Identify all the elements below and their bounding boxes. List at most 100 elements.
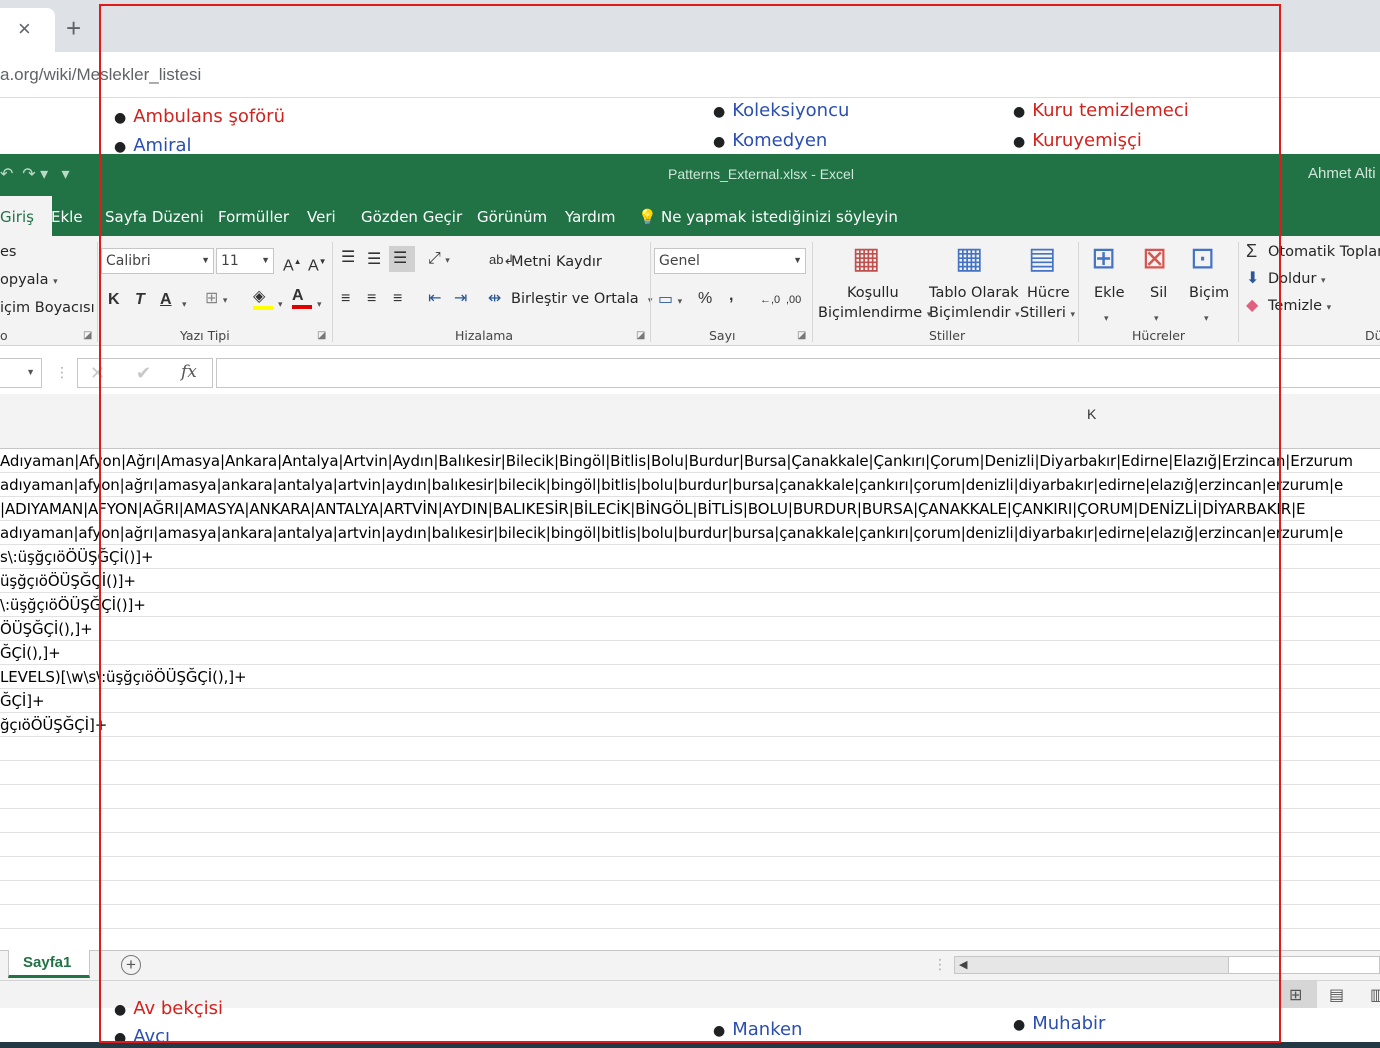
currency-icon[interactable]: ▭ ▾: [658, 292, 682, 309]
align-left-icon[interactable]: ≡: [341, 291, 350, 307]
chevron-down-icon[interactable]: ▾: [278, 296, 283, 312]
align-top-icon[interactable]: ☰: [341, 250, 355, 266]
tab-help[interactable]: Yardım: [565, 208, 616, 226]
table-row[interactable]: s\:üşğçıöÖÜŞĞÇİ()]+: [0, 545, 1380, 569]
list-item[interactable]: ● Av bekçisi: [114, 998, 223, 1019]
insert-cells-button[interactable]: Ekle: [1094, 285, 1125, 301]
dialog-launcher-icon[interactable]: ◪: [317, 330, 326, 341]
italic-button[interactable]: T: [135, 292, 145, 308]
align-right-icon[interactable]: ≡: [393, 291, 402, 307]
font-size-combo[interactable]: 11 ▼: [216, 248, 274, 274]
chevron-down-icon[interactable]: ▾: [1154, 310, 1159, 326]
percent-button[interactable]: %: [698, 291, 712, 307]
tab-data[interactable]: Veri: [307, 208, 336, 226]
tab-view[interactable]: Görünüm: [477, 208, 547, 226]
table-row[interactable]: ĞÇİ]+: [0, 689, 1380, 713]
new-tab-button[interactable]: +: [66, 15, 81, 41]
merge-center-button[interactable]: Birleştir ve Ortala ▾: [511, 291, 652, 307]
cell-value[interactable]: ÖÜŞĞÇİ(),]+: [0, 620, 93, 638]
table-row[interactable]: [0, 761, 1380, 785]
font-color-icon[interactable]: A: [292, 288, 312, 309]
increase-indent-icon[interactable]: ⇥: [454, 291, 467, 307]
align-center-icon[interactable]: ≡: [367, 291, 376, 307]
chevron-down-icon[interactable]: ▾: [1104, 310, 1109, 326]
cell-value[interactable]: |ADIYAMAN|AFYON|AĞRI|AMASYA|ANKARA|ANTAL…: [0, 500, 1306, 518]
wiki-link[interactable]: Muhabir: [1032, 1013, 1105, 1034]
borders-icon[interactable]: ⊞ ▾: [205, 291, 227, 308]
table-row[interactable]: [0, 857, 1380, 881]
scroll-left-icon[interactable]: ◀: [959, 958, 967, 971]
chevron-down-icon[interactable]: ▾: [182, 296, 187, 312]
format-cells-button[interactable]: Biçim: [1189, 285, 1229, 301]
wiki-link[interactable]: Kuru temizlemeci: [1032, 100, 1189, 121]
tab-review[interactable]: Gözden Geçir: [361, 208, 462, 226]
cell-value[interactable]: adıyaman|afyon|ağrı|amasya|ankara|antaly…: [0, 524, 1343, 542]
quick-access-toolbar[interactable]: ↶ ↷ ▾ ▾: [0, 164, 70, 184]
wiki-link[interactable]: Av bekçisi: [133, 998, 223, 1019]
conditional-formatting-button[interactable]: Biçimlendirme ▾: [818, 305, 931, 321]
table-row[interactable]: [0, 785, 1380, 809]
fill-button[interactable]: Doldur ▾: [1268, 271, 1326, 287]
decrease-decimal-icon[interactable]: ,00: [786, 292, 801, 308]
wiki-link[interactable]: Komedyen: [732, 130, 827, 151]
list-item[interactable]: ● Amiral: [114, 135, 192, 156]
align-middle-icon[interactable]: ☰: [367, 252, 381, 268]
column-header-k[interactable]: K: [1087, 406, 1096, 422]
page-layout-view-icon[interactable]: ▤: [1329, 985, 1344, 1005]
scrollbar-thumb[interactable]: [1228, 956, 1380, 974]
table-row[interactable]: ÖÜŞĞÇİ(),]+: [0, 617, 1380, 641]
table-row[interactable]: [0, 833, 1380, 857]
normal-view-button[interactable]: ⊞: [1279, 981, 1317, 1008]
add-sheet-button[interactable]: +: [121, 955, 141, 975]
autosum-button[interactable]: Otomatik Toplam: [1268, 244, 1380, 260]
close-tab-icon[interactable]: ×: [18, 18, 31, 40]
formula-input[interactable]: [216, 358, 1380, 388]
browser-tab[interactable]: ×: [0, 8, 55, 52]
list-item[interactable]: ● Manken: [713, 1019, 802, 1040]
align-bottom-icon[interactable]: ☰: [389, 246, 415, 272]
dialog-launcher-icon[interactable]: ◪: [797, 330, 806, 341]
bold-button[interactable]: K: [108, 292, 120, 308]
comma-button[interactable]: ,: [729, 288, 733, 304]
table-row[interactable]: |ADIYAMAN|AFYON|AĞRI|AMASYA|ANKARA|ANTAL…: [0, 497, 1380, 521]
cell-value[interactable]: ĞÇİ]+: [0, 692, 45, 710]
wrap-text-button[interactable]: Metni Kaydır: [511, 254, 602, 270]
copy-button[interactable]: opyala ▾: [0, 272, 58, 288]
shrink-font-icon[interactable]: A▼: [308, 254, 327, 274]
chevron-down-icon[interactable]: ▼: [26, 367, 35, 377]
wiki-link[interactable]: Ambulans şoförü: [133, 106, 285, 127]
cut-button[interactable]: es: [0, 244, 16, 260]
underline-button[interactable]: A: [160, 292, 172, 308]
cell-styles-button[interactable]: Stilleri ▾: [1020, 305, 1075, 321]
table-row[interactable]: [0, 881, 1380, 905]
tab-formulas[interactable]: Formüller: [218, 208, 289, 226]
fill-color-icon[interactable]: ◈: [253, 289, 273, 310]
increase-decimal-icon[interactable]: ←,0: [760, 292, 780, 308]
table-row[interactable]: Adıyaman|Afyon|Ağrı|Amasya|Ankara|Antaly…: [0, 449, 1380, 473]
splitter-icon[interactable]: ⋮: [933, 956, 947, 973]
table-row[interactable]: ğçıöÖÜŞĞÇİ]+: [0, 713, 1380, 737]
format-as-table-label-1[interactable]: Tablo Olarak: [929, 285, 1019, 301]
table-row[interactable]: [0, 809, 1380, 833]
cell-value[interactable]: Adıyaman|Afyon|Ağrı|Amasya|Ankara|Antaly…: [0, 452, 1353, 470]
cell-value[interactable]: üşğçıöÖÜŞĞÇİ()]+: [0, 572, 136, 590]
user-name[interactable]: Ahmet Alti: [1308, 165, 1376, 182]
tell-me-search[interactable]: Ne yapmak istediğinizi söyleyin: [661, 208, 898, 226]
cancel-icon[interactable]: ✕: [90, 363, 105, 384]
address-bar[interactable]: a.org/wiki/Meslekler_listesi: [0, 52, 1380, 98]
table-row[interactable]: adıyaman|afyon|ağrı|amasya|ankara|antaly…: [0, 473, 1380, 497]
tab-home[interactable]: Giriş: [0, 196, 52, 236]
name-box[interactable]: ▼: [0, 358, 42, 388]
delete-cells-button[interactable]: Sil: [1150, 285, 1167, 301]
list-item[interactable]: ● Kuruyemişçi: [1013, 130, 1142, 151]
chevron-down-icon[interactable]: ▾: [317, 296, 322, 312]
table-row[interactable]: \:üşğçıöÖÜŞĞÇİ()]+: [0, 593, 1380, 617]
grow-font-icon[interactable]: A▲: [283, 254, 302, 274]
tab-page-layout[interactable]: Sayfa Düzeni: [105, 208, 204, 226]
sheet-tab[interactable]: Sayfa1: [8, 950, 90, 978]
cell-value[interactable]: adıyaman|afyon|ağrı|amasya|ankara|antaly…: [0, 476, 1343, 494]
enter-icon[interactable]: ✔: [136, 363, 151, 384]
wiki-link[interactable]: Amiral: [133, 135, 191, 156]
font-name-combo[interactable]: Calibri ▼: [101, 248, 214, 274]
cell-value[interactable]: LEVELS)[\w\s\:üşğçıöÖÜŞĞÇİ(),]+: [0, 668, 247, 686]
